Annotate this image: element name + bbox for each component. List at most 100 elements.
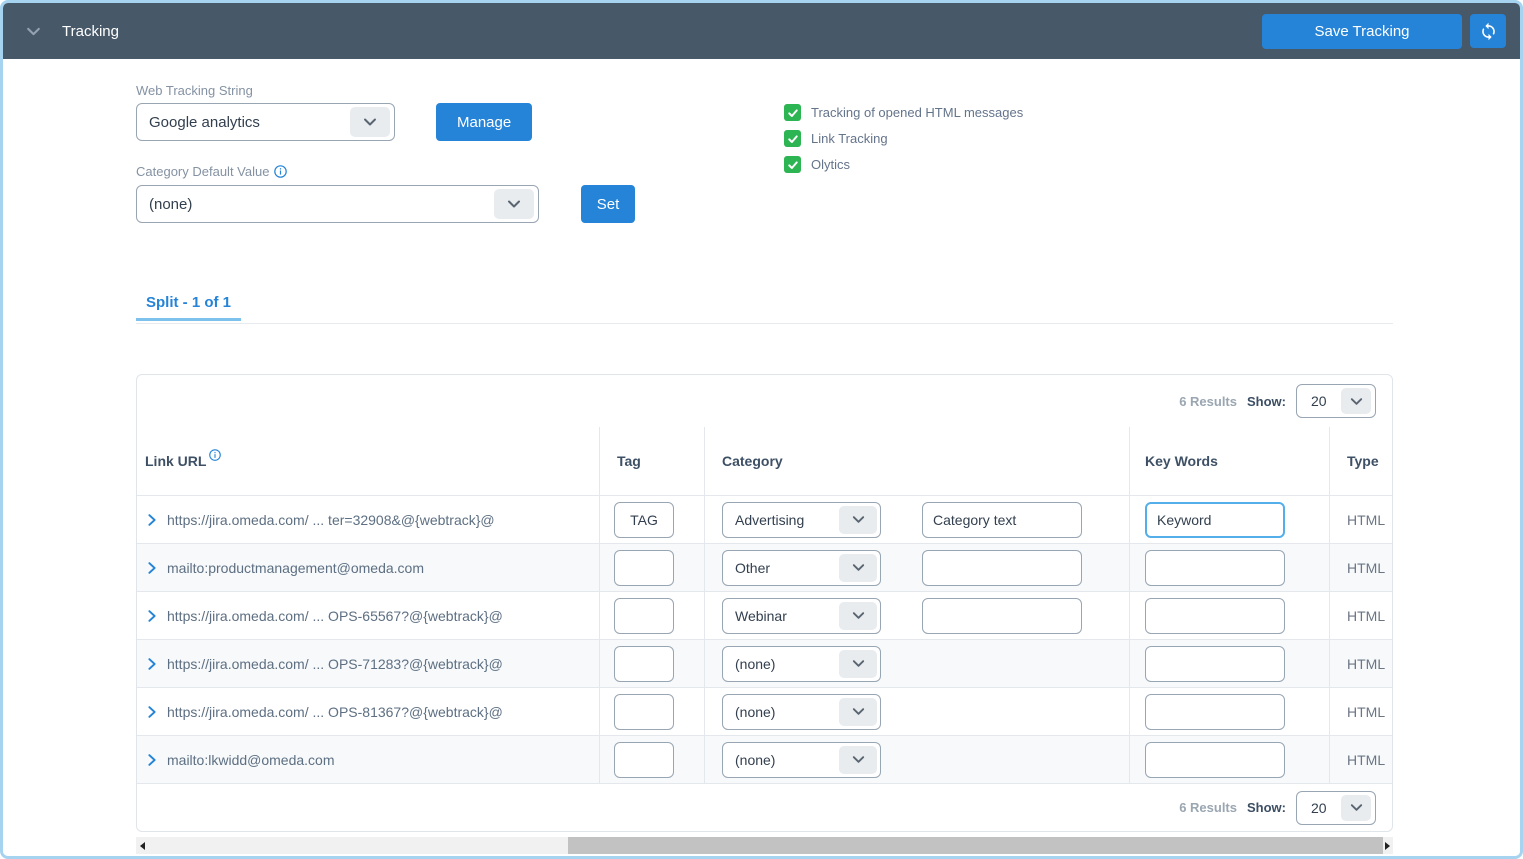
- table-row: mailto:productmanagement@omeda.com Other…: [137, 543, 1392, 591]
- refresh-button[interactable]: [1470, 14, 1506, 48]
- category-select[interactable]: (none): [722, 694, 881, 730]
- keyword-input[interactable]: [1145, 742, 1285, 778]
- column-link-url[interactable]: Link URL: [145, 453, 206, 469]
- chevron-right-icon[interactable]: [145, 657, 159, 671]
- chevron-down-icon[interactable]: [839, 650, 877, 678]
- category-default-select[interactable]: (none): [136, 185, 539, 223]
- link-url[interactable]: mailto:lkwidd@omeda.com: [167, 752, 335, 768]
- chevron-down-icon[interactable]: [839, 506, 877, 534]
- column-type[interactable]: Type: [1347, 453, 1379, 469]
- keyword-input[interactable]: [1145, 550, 1285, 586]
- tabbar: Split - 1 of 1: [136, 287, 1393, 324]
- tracking-options: Tracking of opened HTML messages Link Tr…: [784, 104, 1023, 173]
- info-icon[interactable]: [274, 165, 287, 178]
- chevron-down-icon[interactable]: [1341, 795, 1371, 821]
- table-row: https://jira.omeda.com/ ... OPS-65567?@{…: [137, 591, 1392, 639]
- column-tag[interactable]: Tag: [617, 453, 641, 469]
- chevron-right-icon[interactable]: [145, 561, 159, 575]
- results-count: 6 Results: [1179, 394, 1237, 409]
- category-text-input[interactable]: [922, 502, 1082, 538]
- web-tracking-label: Web Tracking String: [136, 83, 253, 98]
- web-tracking-value: Google analytics: [149, 114, 260, 131]
- link-url[interactable]: https://jira.omeda.com/ ... OPS-65567?@{…: [167, 608, 503, 624]
- tag-input[interactable]: [614, 598, 674, 634]
- tag-input[interactable]: [614, 646, 674, 682]
- chevron-right-icon[interactable]: [145, 609, 159, 623]
- keyword-input[interactable]: [1145, 598, 1285, 634]
- category-text-input[interactable]: [922, 550, 1082, 586]
- set-button[interactable]: Set: [581, 185, 635, 223]
- table-row: mailto:lkwidd@omeda.com (none) HTML: [137, 735, 1392, 783]
- checkbox-row[interactable]: Tracking of opened HTML messages: [784, 104, 1023, 121]
- show-label: Show:: [1247, 800, 1286, 815]
- chevron-right-icon[interactable]: [145, 513, 159, 527]
- category-select[interactable]: Other: [722, 550, 881, 586]
- type-value: HTML: [1347, 512, 1385, 528]
- chevron-down-icon[interactable]: [350, 107, 390, 137]
- tag-input[interactable]: [614, 742, 674, 778]
- category-select[interactable]: Webinar: [722, 598, 881, 634]
- link-url[interactable]: https://jira.omeda.com/ ... OPS-81367?@{…: [167, 704, 503, 720]
- tab-split[interactable]: Split - 1 of 1: [136, 287, 241, 321]
- chevron-right-icon[interactable]: [145, 705, 159, 719]
- scrollbar-track[interactable]: [148, 837, 1381, 854]
- refresh-icon: [1479, 22, 1498, 41]
- checkbox-label: Olytics: [811, 157, 850, 172]
- category-default-value: (none): [149, 196, 192, 213]
- chevron-down-icon[interactable]: [494, 189, 534, 219]
- chevron-down-icon[interactable]: [839, 698, 877, 726]
- checkbox-label: Link Tracking: [811, 131, 888, 146]
- type-value: HTML: [1347, 656, 1385, 672]
- tag-input[interactable]: [614, 502, 674, 538]
- keyword-input[interactable]: [1145, 694, 1285, 730]
- column-key-words[interactable]: Key Words: [1145, 453, 1218, 469]
- tag-input[interactable]: [614, 694, 674, 730]
- titlebar-actions: Save Tracking: [1262, 14, 1506, 49]
- results-bar-top: 6 Results Show: 20: [137, 375, 1392, 427]
- scrollbar-thumb[interactable]: [568, 837, 1383, 854]
- tag-input[interactable]: [614, 550, 674, 586]
- category-select[interactable]: Advertising: [722, 502, 881, 538]
- save-tracking-button[interactable]: Save Tracking: [1262, 14, 1462, 49]
- web-tracking-select[interactable]: Google analytics: [136, 103, 395, 141]
- table-header: Link URL Tag Category Key Words Type: [137, 427, 1392, 495]
- info-icon[interactable]: [209, 449, 221, 461]
- chevron-right-icon[interactable]: [145, 753, 159, 767]
- chevron-down-icon[interactable]: [839, 602, 877, 630]
- type-value: HTML: [1347, 704, 1385, 720]
- titlebar: Tracking Save Tracking: [3, 3, 1520, 59]
- page-title: Tracking: [62, 23, 119, 40]
- keyword-input[interactable]: [1145, 646, 1285, 682]
- scroll-left-arrow[interactable]: [136, 837, 148, 854]
- table-row: https://jira.omeda.com/ ... OPS-71283?@{…: [137, 639, 1392, 687]
- link-url[interactable]: https://jira.omeda.com/ ... ter=32908&@{…: [167, 512, 495, 528]
- checkbox-checked[interactable]: [784, 104, 801, 121]
- link-url[interactable]: https://jira.omeda.com/ ... OPS-71283?@{…: [167, 656, 503, 672]
- show-select-bottom[interactable]: 20: [1296, 791, 1376, 825]
- keyword-input[interactable]: [1145, 502, 1285, 538]
- link-url[interactable]: mailto:productmanagement@omeda.com: [167, 560, 424, 576]
- category-select[interactable]: (none): [722, 742, 881, 778]
- column-category[interactable]: Category: [722, 453, 783, 469]
- table-body: https://jira.omeda.com/ ... ter=32908&@{…: [137, 495, 1392, 783]
- content: Web Tracking String Google analytics Man…: [3, 59, 1520, 856]
- table-row: https://jira.omeda.com/ ... ter=32908&@{…: [137, 495, 1392, 543]
- checkbox-row[interactable]: Link Tracking: [784, 130, 1023, 147]
- category-select[interactable]: (none): [722, 646, 881, 682]
- results-bar-bottom: 6 Results Show: 20: [137, 783, 1392, 831]
- table-row: https://jira.omeda.com/ ... OPS-81367?@{…: [137, 687, 1392, 735]
- tracking-panel: Tracking Save Tracking Web Tracking Stri…: [0, 0, 1523, 859]
- category-text-input[interactable]: [922, 598, 1082, 634]
- manage-button[interactable]: Manage: [436, 103, 532, 141]
- horizontal-scrollbar[interactable]: [136, 837, 1393, 854]
- checkbox-row[interactable]: Olytics: [784, 156, 1023, 173]
- chevron-down-icon[interactable]: [839, 746, 877, 774]
- checkbox-label: Tracking of opened HTML messages: [811, 105, 1023, 120]
- checkbox-checked[interactable]: [784, 130, 801, 147]
- type-value: HTML: [1347, 560, 1385, 576]
- show-select-top[interactable]: 20: [1296, 384, 1376, 418]
- chevron-down-icon[interactable]: [839, 554, 877, 582]
- chevron-down-icon[interactable]: [25, 23, 42, 40]
- checkbox-checked[interactable]: [784, 156, 801, 173]
- chevron-down-icon[interactable]: [1341, 388, 1371, 414]
